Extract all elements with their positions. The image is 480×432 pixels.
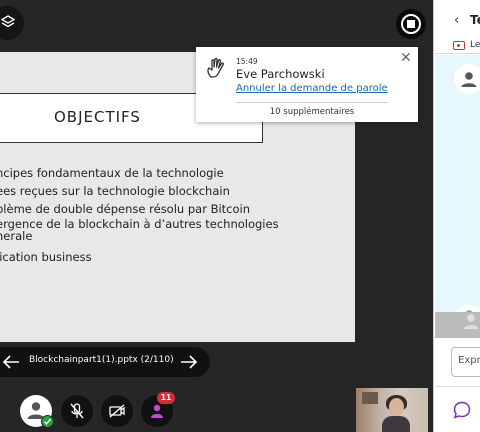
message-input-box[interactable] xyxy=(451,347,480,377)
chat-feed[interactable] xyxy=(435,55,480,335)
chat-icon[interactable] xyxy=(453,401,471,419)
raised-hands-icon xyxy=(151,404,163,418)
session-stage: OBJECTIFS ncipes fondamentaux de la tech… xyxy=(0,0,433,432)
check-icon xyxy=(43,418,52,425)
microphone-toggle-button[interactable] xyxy=(61,395,93,427)
raised-hands-count-badge: 11 xyxy=(157,392,175,404)
slide-navigation-bar: Blockchainpart1(1).pptx (2/110) xyxy=(0,347,210,377)
slide-bullet-list: ncipes fondamentaux de la technologie ee… xyxy=(0,164,294,266)
more-notifications-link[interactable]: 10 supplémentaires xyxy=(236,107,388,117)
stop-sharing-button[interactable] xyxy=(396,9,426,39)
layers-button[interactable] xyxy=(0,6,24,40)
slide-title: OBJECTIFS xyxy=(54,108,141,126)
slide-bullet: ees reçues sur la technologie blockchain xyxy=(0,184,230,198)
notification-user-name: Eve Parchowski xyxy=(236,67,325,81)
layers-icon xyxy=(1,15,15,28)
participant-avatar xyxy=(454,64,480,94)
status-ok-badge xyxy=(41,415,54,428)
raise-hand-notification: 15:49 Eve Parchowski Annuler la demande … xyxy=(196,47,418,122)
close-notification-button[interactable]: ✕ xyxy=(400,50,412,66)
next-slide-arrow-icon[interactable] xyxy=(180,354,198,370)
user-avatar-icon xyxy=(461,72,477,87)
slide-bullet: blème de double dépense résolu par Bitco… xyxy=(0,202,251,216)
slide-bullet: ncipes fondamentaux de la technologie xyxy=(0,166,224,180)
my-status-avatar-button[interactable] xyxy=(20,395,54,428)
panel-subheader-label: Le xyxy=(470,40,480,50)
panel-bottom-tabs xyxy=(435,386,480,432)
slide-bullet: ergence de la blockchain à d’autres tech… xyxy=(0,217,279,243)
panel-subheader: Le xyxy=(434,38,480,54)
microphone-muted-icon xyxy=(70,403,84,419)
camera-toggle-button[interactable] xyxy=(101,395,133,427)
raise-hand-button[interactable]: 11 xyxy=(141,392,175,427)
side-panel: ‹ Te Le xyxy=(433,0,480,432)
notification-time: 15:49 xyxy=(236,57,258,66)
participant-video-thumbnail[interactable] xyxy=(356,388,428,432)
slide-bullet: lication business xyxy=(0,250,92,264)
chat-scroll-region xyxy=(435,312,480,338)
recording-icon xyxy=(453,41,465,50)
previous-slide-arrow-icon[interactable] xyxy=(2,354,20,370)
divider xyxy=(236,102,388,103)
camera-off-icon xyxy=(109,404,125,418)
slide-file-label: Blockchainpart1(1).pptx (2/110) xyxy=(29,355,174,365)
panel-title: Te xyxy=(470,13,480,27)
cancel-speak-request-link[interactable]: Annuler la demande de parole xyxy=(236,83,388,94)
raised-hand-icon xyxy=(207,57,225,78)
back-chevron-icon[interactable]: ‹ xyxy=(454,13,459,28)
user-avatar-icon xyxy=(463,314,479,329)
message-input[interactable] xyxy=(458,355,480,366)
